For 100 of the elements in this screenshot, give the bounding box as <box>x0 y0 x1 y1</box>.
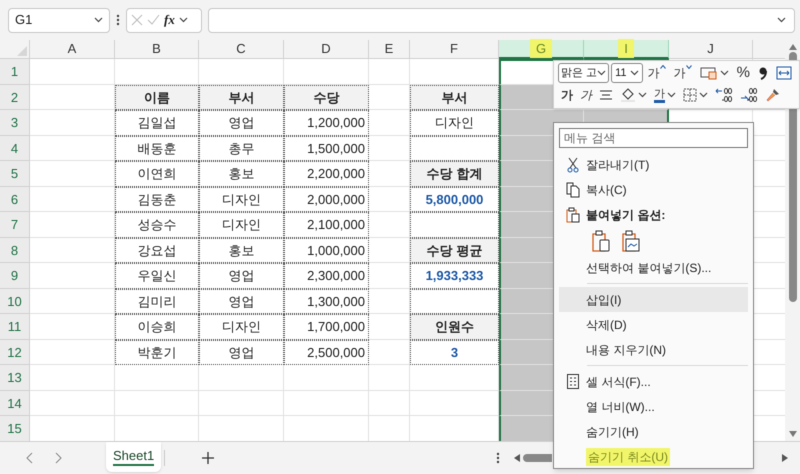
grid-cell[interactable] <box>369 110 410 136</box>
next-sheet-icon[interactable] <box>55 452 62 464</box>
row-header[interactable]: 9 <box>0 263 30 288</box>
grid-cell[interactable] <box>30 84 115 110</box>
decrease-font-size-button[interactable]: 가 <box>670 63 695 83</box>
grid-cell[interactable] <box>369 136 410 161</box>
column-header[interactable]: E <box>369 40 410 59</box>
scrollbar-thumb[interactable] <box>523 454 552 462</box>
grid-cell[interactable] <box>369 314 410 340</box>
row-header[interactable]: 1 <box>0 59 30 84</box>
menu-item[interactable]: 셀 서식(F)... <box>559 369 748 394</box>
column-header[interactable]: F <box>410 40 499 59</box>
grid-cell[interactable] <box>284 365 369 390</box>
scroll-right-icon[interactable] <box>782 454 788 462</box>
row-header[interactable]: 4 <box>0 136 30 161</box>
grid-cell[interactable] <box>369 263 410 288</box>
grid-cell[interactable] <box>199 390 284 416</box>
column-header[interactable]: D <box>284 40 369 59</box>
grid-cell[interactable] <box>30 314 115 340</box>
cancel-icon[interactable] <box>131 14 143 26</box>
row-header[interactable]: 12 <box>0 340 30 365</box>
column-header[interactable]: C <box>199 40 284 59</box>
check-icon[interactable] <box>147 14 160 26</box>
grid-cell[interactable] <box>369 186 410 212</box>
grid-cell[interactable] <box>30 59 115 84</box>
menu-item[interactable]: 내용 지우기(N) <box>559 337 748 362</box>
grid-cell[interactable] <box>284 59 369 84</box>
row-header[interactable]: 6 <box>0 186 30 212</box>
grid-cell[interactable] <box>199 365 284 390</box>
row-header[interactable]: 14 <box>0 390 30 416</box>
grid-cell[interactable] <box>369 238 410 263</box>
previous-sheet-icon[interactable] <box>26 452 33 464</box>
more-options-icon[interactable] <box>116 14 120 26</box>
grid-cell[interactable] <box>284 390 369 416</box>
grid-cell[interactable] <box>115 59 199 84</box>
grid-cell[interactable] <box>369 288 410 314</box>
menu-item[interactable]: 삭제(D) <box>559 312 748 337</box>
column-header[interactable]: B <box>115 40 199 59</box>
scroll-left-icon[interactable] <box>514 454 520 462</box>
scroll-up-icon[interactable] <box>788 44 796 50</box>
grid-cell[interactable] <box>369 365 410 390</box>
scroll-down-icon[interactable] <box>788 431 796 437</box>
grid-cell[interactable] <box>115 365 199 390</box>
menu-item[interactable]: 열 너비(W)... <box>559 394 748 419</box>
grid-cell[interactable] <box>30 136 115 161</box>
row-header[interactable]: 3 <box>0 110 30 136</box>
grid-cell[interactable] <box>30 365 115 390</box>
grid-cell[interactable] <box>30 186 115 212</box>
increase-font-size-button[interactable]: 가 <box>644 63 669 83</box>
row-header[interactable]: 15 <box>0 416 30 442</box>
name-box[interactable]: G1 <box>8 8 110 32</box>
row-header[interactable]: 5 <box>0 161 30 186</box>
grid-cell[interactable] <box>30 110 115 136</box>
row-header[interactable]: 10 <box>0 288 30 314</box>
font-name-field[interactable]: 맑은 고 <box>558 63 610 83</box>
grid-cell[interactable] <box>115 390 199 416</box>
formula-input[interactable] <box>208 8 795 32</box>
insert-function-button[interactable]: fx <box>164 10 175 30</box>
add-sheet-icon[interactable] <box>202 452 214 464</box>
row-header[interactable]: 7 <box>0 212 30 238</box>
paste-picture-icon[interactable] <box>622 230 640 252</box>
select-all-icon[interactable] <box>17 46 27 56</box>
grid-cell[interactable] <box>369 84 410 110</box>
column-header[interactable]: A <box>30 40 115 59</box>
row-header[interactable]: 11 <box>0 314 30 340</box>
scissors-icon <box>566 156 578 172</box>
grid-cell[interactable] <box>199 59 284 84</box>
more-options-icon[interactable] <box>496 452 500 464</box>
grid-cell[interactable] <box>410 365 499 390</box>
grid-cell[interactable] <box>369 340 410 365</box>
menu-item[interactable]: 잘라내기(T) <box>559 152 748 177</box>
grid-cell[interactable] <box>30 238 115 263</box>
grid-cell[interactable] <box>410 59 499 84</box>
grid-cell[interactable] <box>30 340 115 365</box>
grid-cell[interactable] <box>30 161 115 186</box>
menu-item[interactable]: 숨기기(H) <box>559 419 748 444</box>
menu-item[interactable]: 복사(C) <box>559 177 748 202</box>
row-header[interactable]: 2 <box>0 84 30 110</box>
grid-cell[interactable] <box>30 263 115 288</box>
grid-cell[interactable] <box>369 212 410 238</box>
grid-cell[interactable] <box>369 390 410 416</box>
font-size-field[interactable]: 11 <box>611 63 643 83</box>
percent-style-button[interactable]: % <box>734 63 753 83</box>
bold-button[interactable]: 가 <box>558 85 576 105</box>
menu-item[interactable]: 삽입(I) <box>559 287 748 312</box>
italic-button[interactable]: 가 <box>577 85 595 105</box>
grid-cell[interactable] <box>30 288 115 314</box>
row-header[interactable]: 8 <box>0 238 30 263</box>
grid-cell[interactable] <box>369 59 410 84</box>
sheet-tab[interactable]: Sheet1 <box>106 442 162 472</box>
grid-cell[interactable] <box>369 161 410 186</box>
grid-cell[interactable] <box>410 390 499 416</box>
grid-cell[interactable] <box>30 390 115 416</box>
grid-cell[interactable] <box>30 212 115 238</box>
paste-icon[interactable] <box>592 230 610 252</box>
row-header[interactable]: 13 <box>0 365 30 390</box>
menu-search-field[interactable]: 메뉴 검색 <box>559 128 748 148</box>
menu-item[interactable]: 선택하여 붙여넣기(S)... <box>559 255 748 280</box>
column-header[interactable]: J <box>669 40 753 59</box>
font-color-button[interactable]: 가 <box>651 85 679 105</box>
